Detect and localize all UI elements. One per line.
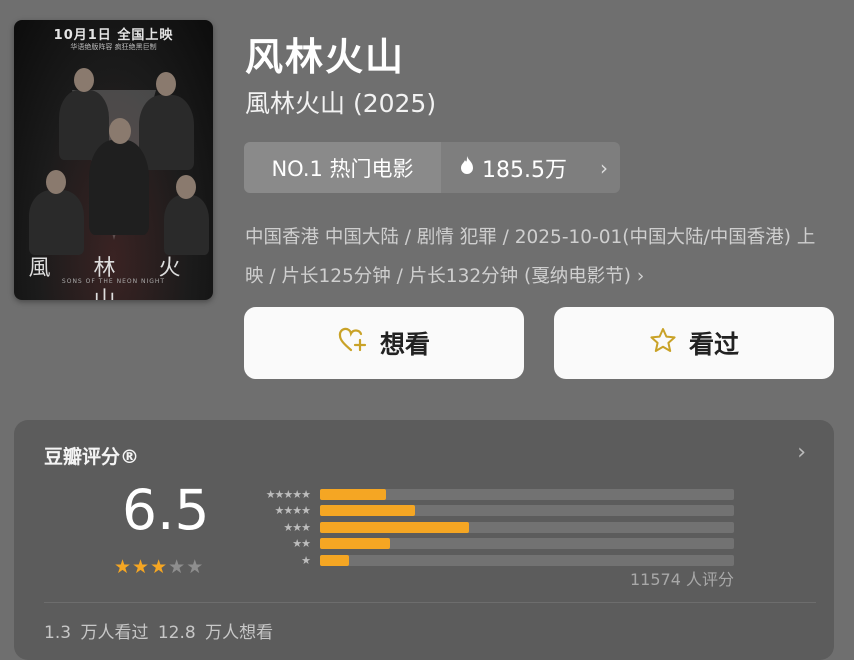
star-icon: ★ <box>150 556 168 578</box>
distribution-fill <box>320 521 470 533</box>
rank-pill[interactable]: NO.1 热门电影 185.5万 › <box>244 142 620 193</box>
flame-icon <box>459 155 475 181</box>
movie-title: 风林火山 <box>245 35 406 79</box>
movie-poster[interactable]: 10月1日 全国上映 华语绝版阵容 疯狂绝黑巨制 風 林 火 山 SONS OF… <box>14 20 213 300</box>
star-icon: ★ <box>168 556 186 578</box>
watch-stats: 1.3 万人看过 12.8 万人想看 <box>44 623 274 643</box>
poster-head <box>109 118 131 144</box>
distribution-stars: ★★ <box>292 537 311 551</box>
star-outline-icon <box>649 327 677 359</box>
distribution-row: ★★ <box>240 536 734 553</box>
poster-en-title: SONS OF THE NEON NIGHT <box>61 278 166 285</box>
divider <box>44 602 816 603</box>
distribution-track <box>320 505 734 517</box>
heat-value: 185.5万 <box>482 157 567 183</box>
rating-stars: ★ ★ ★ ★ ★ <box>114 556 203 578</box>
heart-plus-icon <box>338 327 368 359</box>
distribution-stars: ★★★★ <box>274 504 311 518</box>
distribution-row: ★★★★ <box>240 503 734 520</box>
chevron-right-icon[interactable]: › <box>797 440 806 465</box>
distribution-row: ★★★ <box>240 519 734 536</box>
distribution-track <box>320 538 734 550</box>
distribution-row: ★★★★★ <box>240 486 734 503</box>
chevron-right-icon: › <box>600 155 608 180</box>
distribution-fill <box>320 505 416 517</box>
poster-figure <box>29 190 84 255</box>
star-icon: ★ <box>186 556 204 578</box>
poster-head <box>156 72 176 96</box>
distribution-fill <box>320 488 387 500</box>
poster-title: 風 林 火 山 <box>28 256 199 300</box>
star-icon: ★ <box>114 556 132 578</box>
rating-score: 6.5 <box>122 478 210 542</box>
poster-figure <box>89 140 149 235</box>
distribution-track <box>320 521 734 533</box>
poster-release-line: 10月1日 全国上映 <box>53 28 174 43</box>
rating-label: 豆瓣评分® <box>44 446 140 468</box>
distribution-fill <box>320 554 349 566</box>
poster-figure <box>164 195 209 255</box>
heat-section[interactable]: 185.5万 › <box>441 142 620 193</box>
poster-head <box>176 175 196 199</box>
distribution-stars: ★★★ <box>283 520 311 534</box>
seen-label: 看过 <box>688 330 739 359</box>
meta-text: 中国香港 中国大陆 / 剧情 犯罪 / 2025-10-01(中国大陆/中国香港… <box>245 227 816 287</box>
watched-button[interactable]: 看过 <box>554 307 834 379</box>
poster-tagline: 华语绝版阵容 疯狂绝黑巨制 <box>70 43 157 51</box>
chevron-right-icon: › <box>636 266 645 287</box>
poster-figure <box>139 95 194 170</box>
distribution-track <box>320 488 734 500</box>
distribution-track <box>320 554 734 566</box>
poster-head <box>74 68 94 92</box>
want-to-watch-button[interactable]: 想看 <box>244 307 524 379</box>
movie-meta[interactable]: 中国香港 中国大陆 / 剧情 犯罪 / 2025-10-01(中国大陆/中国香港… <box>245 218 825 296</box>
movie-subtitle: 風林火山 (2025) <box>245 89 437 118</box>
rank-label: NO.1 热门电影 <box>244 142 441 193</box>
distribution-stars: ★★★★★ <box>265 487 311 501</box>
distribution-fill <box>320 538 391 550</box>
want-label: 想看 <box>379 330 430 359</box>
rating-distribution: ★★★★★ ★★★★ ★★★ ★★ ★ <box>240 486 734 569</box>
distribution-stars: ★ <box>301 553 311 567</box>
rating-count: 11574 人评分 <box>630 570 734 589</box>
star-icon: ★ <box>132 556 150 578</box>
rating-card[interactable]: 豆瓣评分® › 6.5 ★ ★ ★ ★ ★ ★★★★★ ★★★★ ★★★ ★★ ★ 11574 … <box>14 420 834 660</box>
poster-head <box>46 170 66 194</box>
